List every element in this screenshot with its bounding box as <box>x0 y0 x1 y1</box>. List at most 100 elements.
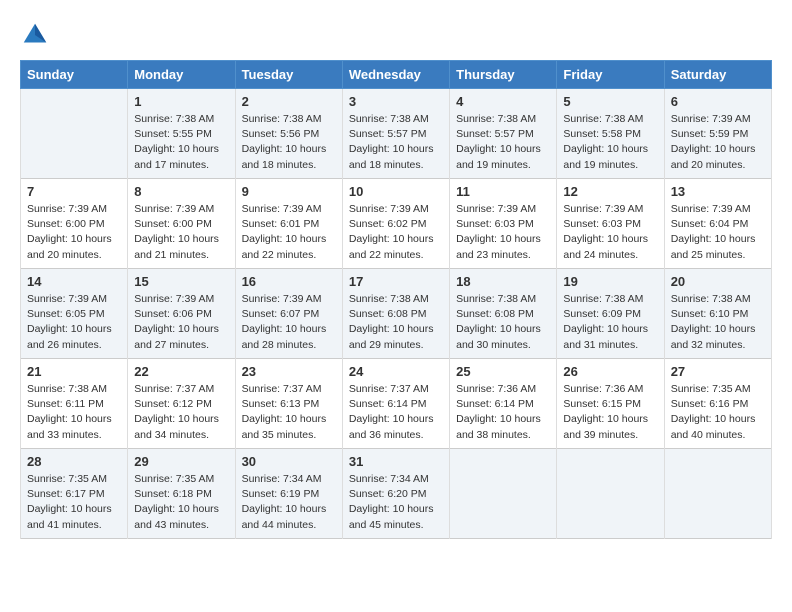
day-number: 17 <box>349 274 443 289</box>
header-thursday: Thursday <box>450 61 557 89</box>
calendar-cell: 21 Sunrise: 7:38 AMSunset: 6:11 PMDayligh… <box>21 359 128 449</box>
calendar-header-row: SundayMondayTuesdayWednesdayThursdayFrid… <box>21 61 772 89</box>
day-info: Sunrise: 7:36 AMSunset: 6:15 PMDaylight:… <box>563 382 657 443</box>
day-info: Sunrise: 7:38 AMSunset: 5:58 PMDaylight:… <box>563 112 657 173</box>
day-info: Sunrise: 7:35 AMSunset: 6:17 PMDaylight:… <box>27 472 121 533</box>
calendar-cell: 13 Sunrise: 7:39 AMSunset: 6:04 PMDayligh… <box>664 179 771 269</box>
day-info: Sunrise: 7:38 AMSunset: 5:57 PMDaylight:… <box>349 112 443 173</box>
day-info: Sunrise: 7:38 AMSunset: 6:09 PMDaylight:… <box>563 292 657 353</box>
day-number: 13 <box>671 184 765 199</box>
day-info: Sunrise: 7:39 AMSunset: 6:02 PMDaylight:… <box>349 202 443 263</box>
day-number: 9 <box>242 184 336 199</box>
header-friday: Friday <box>557 61 664 89</box>
day-number: 3 <box>349 94 443 109</box>
day-info: Sunrise: 7:37 AMSunset: 6:13 PMDaylight:… <box>242 382 336 443</box>
day-number: 29 <box>134 454 228 469</box>
day-info: Sunrise: 7:35 AMSunset: 6:16 PMDaylight:… <box>671 382 765 443</box>
calendar-cell: 1 Sunrise: 7:38 AMSunset: 5:55 PMDaylight… <box>128 89 235 179</box>
calendar-cell: 14 Sunrise: 7:39 AMSunset: 6:05 PMDayligh… <box>21 269 128 359</box>
header-saturday: Saturday <box>664 61 771 89</box>
calendar-cell: 12Sunrise: 7:39 AMSunset: 6:03 PMDayligh… <box>557 179 664 269</box>
week-row-1: 1 Sunrise: 7:38 AMSunset: 5:55 PMDaylight… <box>21 89 772 179</box>
week-row-5: 28 Sunrise: 7:35 AMSunset: 6:17 PMDayligh… <box>21 449 772 539</box>
day-number: 19 <box>563 274 657 289</box>
day-number: 2 <box>242 94 336 109</box>
calendar-cell: 28 Sunrise: 7:35 AMSunset: 6:17 PMDayligh… <box>21 449 128 539</box>
calendar-cell: 11 Sunrise: 7:39 AMSunset: 6:03 PMDayligh… <box>450 179 557 269</box>
day-info: Sunrise: 7:39 AMSunset: 6:01 PMDaylight:… <box>242 202 336 263</box>
calendar-cell: 17 Sunrise: 7:38 AMSunset: 6:08 PMDayligh… <box>342 269 449 359</box>
day-number: 21 <box>27 364 121 379</box>
day-info: Sunrise: 7:38 AMSunset: 5:56 PMDaylight:… <box>242 112 336 173</box>
day-info: Sunrise: 7:37 AMSunset: 6:14 PMDaylight:… <box>349 382 443 443</box>
calendar-cell: 30Sunrise: 7:34 AMSunset: 6:19 PMDayligh… <box>235 449 342 539</box>
day-info: Sunrise: 7:39 AMSunset: 6:03 PMDaylight:… <box>563 202 657 263</box>
day-info: Sunrise: 7:36 AMSunset: 6:14 PMDaylight:… <box>456 382 550 443</box>
day-info: Sunrise: 7:38 AMSunset: 5:55 PMDaylight:… <box>134 112 228 173</box>
day-info: Sunrise: 7:38 AMSunset: 6:08 PMDaylight:… <box>349 292 443 353</box>
day-number: 7 <box>27 184 121 199</box>
calendar-cell: 27Sunrise: 7:35 AMSunset: 6:16 PMDayligh… <box>664 359 771 449</box>
calendar-cell: 19 Sunrise: 7:38 AMSunset: 6:09 PMDayligh… <box>557 269 664 359</box>
page-header <box>20 20 772 50</box>
day-number: 16 <box>242 274 336 289</box>
day-info: Sunrise: 7:38 AMSunset: 6:11 PMDaylight:… <box>27 382 121 443</box>
day-info: Sunrise: 7:39 AMSunset: 6:00 PMDaylight:… <box>27 202 121 263</box>
logo-icon <box>20 20 50 50</box>
day-number: 31 <box>349 454 443 469</box>
day-number: 5 <box>563 94 657 109</box>
calendar-cell: 16 Sunrise: 7:39 AMSunset: 6:07 PMDayligh… <box>235 269 342 359</box>
day-number: 4 <box>456 94 550 109</box>
calendar-cell: 4 Sunrise: 7:38 AMSunset: 5:57 PMDaylight… <box>450 89 557 179</box>
day-info: Sunrise: 7:39 AMSunset: 6:05 PMDaylight:… <box>27 292 121 353</box>
day-number: 15 <box>134 274 228 289</box>
calendar-table: SundayMondayTuesdayWednesdayThursdayFrid… <box>20 60 772 539</box>
day-number: 22 <box>134 364 228 379</box>
day-info: Sunrise: 7:39 AMSunset: 6:00 PMDaylight:… <box>134 202 228 263</box>
calendar-cell: 6 Sunrise: 7:39 AMSunset: 5:59 PMDaylight… <box>664 89 771 179</box>
day-info: Sunrise: 7:39 AMSunset: 6:04 PMDaylight:… <box>671 202 765 263</box>
day-number: 24 <box>349 364 443 379</box>
calendar-cell: 20Sunrise: 7:38 AMSunset: 6:10 PMDayligh… <box>664 269 771 359</box>
week-row-2: 7 Sunrise: 7:39 AMSunset: 6:00 PMDaylight… <box>21 179 772 269</box>
day-number: 11 <box>456 184 550 199</box>
day-number: 10 <box>349 184 443 199</box>
day-number: 26 <box>563 364 657 379</box>
calendar-cell: 24 Sunrise: 7:37 AMSunset: 6:14 PMDayligh… <box>342 359 449 449</box>
week-row-4: 21 Sunrise: 7:38 AMSunset: 6:11 PMDayligh… <box>21 359 772 449</box>
day-number: 14 <box>27 274 121 289</box>
calendar-cell: 8Sunrise: 7:39 AMSunset: 6:00 PMDaylight… <box>128 179 235 269</box>
day-number: 23 <box>242 364 336 379</box>
day-info: Sunrise: 7:34 AMSunset: 6:20 PMDaylight:… <box>349 472 443 533</box>
day-info: Sunrise: 7:39 AMSunset: 6:03 PMDaylight:… <box>456 202 550 263</box>
calendar-cell: 22 Sunrise: 7:37 AMSunset: 6:12 PMDayligh… <box>128 359 235 449</box>
calendar-cell: 15 Sunrise: 7:39 AMSunset: 6:06 PMDayligh… <box>128 269 235 359</box>
day-info: Sunrise: 7:37 AMSunset: 6:12 PMDaylight:… <box>134 382 228 443</box>
calendar-cell <box>664 449 771 539</box>
logo <box>20 20 54 50</box>
day-number: 6 <box>671 94 765 109</box>
calendar-cell: 3 Sunrise: 7:38 AMSunset: 5:57 PMDaylight… <box>342 89 449 179</box>
day-number: 1 <box>134 94 228 109</box>
calendar-cell: 5 Sunrise: 7:38 AMSunset: 5:58 PMDaylight… <box>557 89 664 179</box>
day-info: Sunrise: 7:39 AMSunset: 6:06 PMDaylight:… <box>134 292 228 353</box>
header-sunday: Sunday <box>21 61 128 89</box>
calendar-cell <box>557 449 664 539</box>
calendar-cell: 23 Sunrise: 7:37 AMSunset: 6:13 PMDayligh… <box>235 359 342 449</box>
day-info: Sunrise: 7:38 AMSunset: 6:10 PMDaylight:… <box>671 292 765 353</box>
day-number: 30 <box>242 454 336 469</box>
day-info: Sunrise: 7:38 AMSunset: 5:57 PMDaylight:… <box>456 112 550 173</box>
calendar-cell: 26 Sunrise: 7:36 AMSunset: 6:15 PMDayligh… <box>557 359 664 449</box>
calendar-cell: 31 Sunrise: 7:34 AMSunset: 6:20 PMDayligh… <box>342 449 449 539</box>
week-row-3: 14 Sunrise: 7:39 AMSunset: 6:05 PMDayligh… <box>21 269 772 359</box>
calendar-cell: 9 Sunrise: 7:39 AMSunset: 6:01 PMDaylight… <box>235 179 342 269</box>
calendar-cell: 18 Sunrise: 7:38 AMSunset: 6:08 PMDayligh… <box>450 269 557 359</box>
day-info: Sunrise: 7:39 AMSunset: 5:59 PMDaylight:… <box>671 112 765 173</box>
calendar-cell: 7 Sunrise: 7:39 AMSunset: 6:00 PMDaylight… <box>21 179 128 269</box>
calendar-cell: 25Sunrise: 7:36 AMSunset: 6:14 PMDayligh… <box>450 359 557 449</box>
calendar-cell: 10 Sunrise: 7:39 AMSunset: 6:02 PMDayligh… <box>342 179 449 269</box>
day-number: 18 <box>456 274 550 289</box>
day-number: 28 <box>27 454 121 469</box>
day-info: Sunrise: 7:39 AMSunset: 6:07 PMDaylight:… <box>242 292 336 353</box>
day-info: Sunrise: 7:38 AMSunset: 6:08 PMDaylight:… <box>456 292 550 353</box>
